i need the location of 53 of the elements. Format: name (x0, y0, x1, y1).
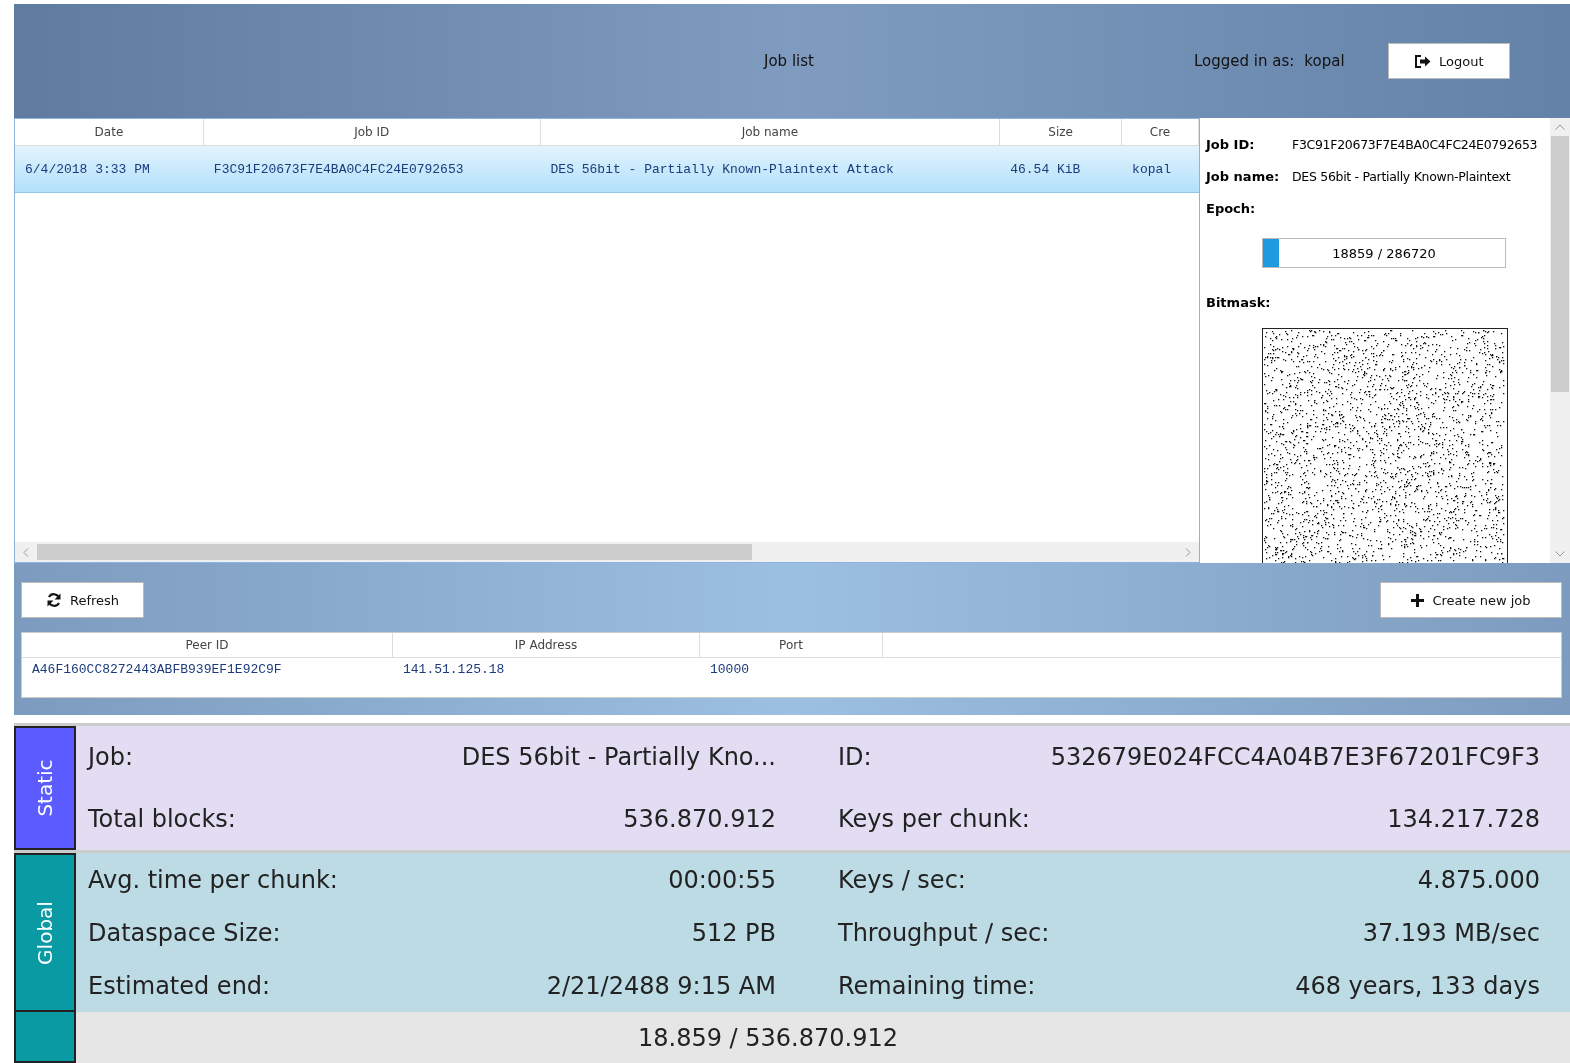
stat-label: Avg. time per chunk: (88, 865, 338, 894)
field-label: Job ID: (1206, 136, 1256, 152)
table-cell: 141.51.125.18 (403, 661, 505, 677)
field-value: DES 56bit - Partially Known-Plaintext (1292, 168, 1511, 184)
username: kopal (1304, 52, 1346, 70)
stat-value: DES 56bit - Partially Kno... (461, 743, 776, 771)
stat-label: Total blocks: (88, 805, 236, 833)
refresh-button[interactable]: Refresh (21, 582, 145, 618)
stat-label: Keys per chunk: (838, 805, 1030, 833)
table-cell: F3C91F20673F7E4BA0C4FC24E0792653 (213, 161, 464, 177)
column-header[interactable]: IP Address (393, 633, 700, 657)
stat-value: 536.870.912 (623, 805, 776, 833)
stat-value: 2/21/2488 9:15 AM (546, 971, 776, 1000)
column-header[interactable]: Job ID (203, 119, 541, 145)
column-header[interactable]: Port (700, 633, 883, 657)
table-cell: 6/4/2018 3:33 PM (25, 161, 150, 177)
column-header[interactable]: Peer ID (22, 633, 393, 657)
stat-value: 37.193 MB/sec (1362, 918, 1540, 947)
column-header[interactable]: Size (1000, 119, 1123, 145)
job-row[interactable]: 6/4/2018 3:33 PM F3C91F20673F7E4BA0C4FC24E0792653 DES 56bit - Partially Known-Plaintext Attack 46.54 KiB kopal (15, 146, 1199, 193)
stat-label: Estimated end: (88, 971, 271, 1000)
column-header[interactable]: Date (15, 119, 204, 145)
stat-label: Throughput / sec: (838, 918, 1050, 947)
stat-label: Job: (88, 743, 134, 771)
field-label: Bitmask: (1206, 294, 1272, 310)
field-label: Job name: (1206, 168, 1281, 184)
column-header[interactable]: Cre (1122, 119, 1199, 145)
stat-value: 134.217.728 (1387, 805, 1540, 833)
stat-value: 00:00:55 (668, 865, 776, 894)
stat-value: 512 PB (691, 918, 776, 947)
page-title: Job list (764, 52, 815, 70)
section-label: Static (33, 759, 57, 817)
logged-in-label: Logged in as: (1194, 52, 1295, 70)
column-header[interactable]: Job name (540, 119, 1001, 145)
table-cell: kopal (1132, 161, 1172, 177)
stat-label: Keys / sec: (838, 865, 966, 894)
section-label: Global (33, 900, 57, 965)
stat-value: 532679E024FCC4A04B7E3F67201FC9F3 (1050, 743, 1540, 771)
field-value: F3C91F20673F7E4BA0C4FC24E0792653 (1292, 136, 1538, 152)
table-cell: 10000 (710, 661, 749, 677)
create-job-button[interactable]: Create new job (1380, 582, 1562, 618)
table-cell: A46F160CC8272443ABFB939EF1E92C9F (32, 661, 282, 677)
stat-value: 4.875.000 (1417, 865, 1540, 894)
stat-label: Remaining time: (838, 971, 1036, 1000)
progress-text: 18859 / 286720 (1332, 245, 1436, 261)
field-label: Epoch: (1206, 200, 1257, 216)
table-cell: DES 56bit - Partially Known-Plaintext Attack (550, 161, 894, 177)
logout-button[interactable]: Logout (1388, 43, 1511, 79)
stat-label: ID: (838, 743, 872, 771)
stat-label: Dataspace Size: (88, 918, 281, 947)
stat-value: 468 years, 133 days (1295, 971, 1540, 1000)
table-cell: 46.54 KiB (1010, 161, 1081, 177)
progress-text: 18.859 / 536.870.912 (638, 1023, 898, 1052)
